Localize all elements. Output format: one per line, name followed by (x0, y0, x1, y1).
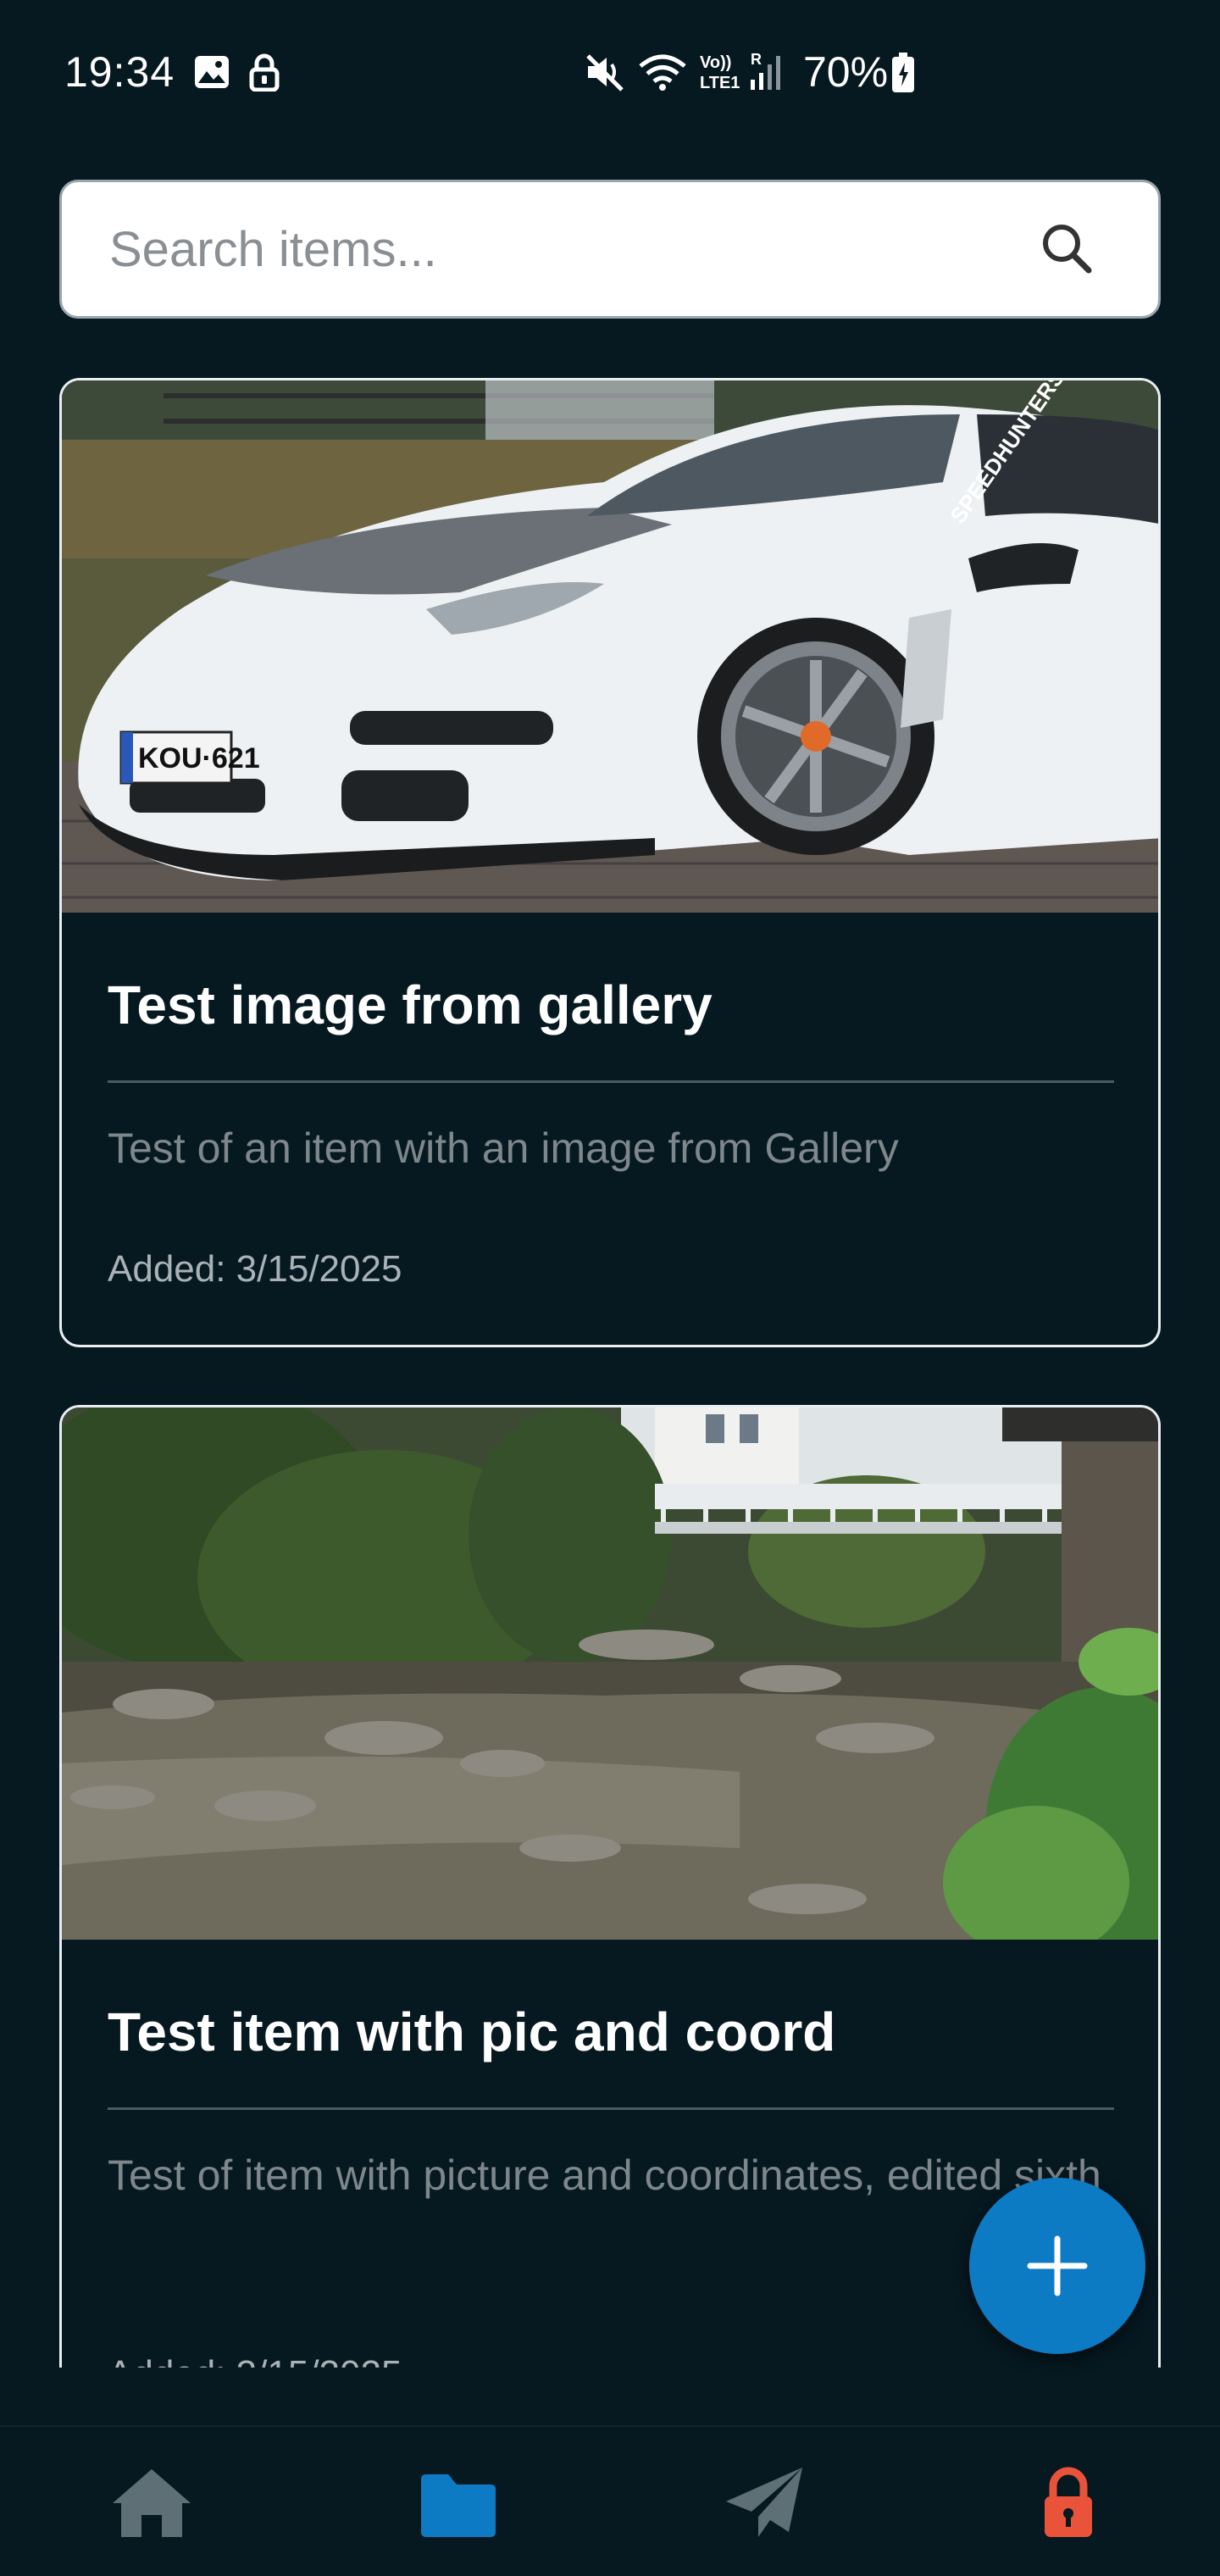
mute-icon (585, 53, 625, 96)
status-bar: 19:34 Vo)) LTE1 R 70% (0, 0, 1220, 144)
volte-icon: Vo)) LTE1 (696, 49, 744, 97)
battery-icon (891, 53, 915, 97)
folder-icon (421, 2474, 496, 2537)
item-date: Added: 3/15/2025 (108, 2353, 402, 2368)
nav-lock[interactable] (1022, 2464, 1115, 2549)
bottom-nav (0, 2425, 1220, 2576)
wifi-icon (637, 53, 688, 96)
lock-icon (249, 53, 280, 96)
nav-home[interactable] (105, 2464, 198, 2549)
svg-text:KOU·621: KOU·621 (138, 742, 260, 774)
search-bar[interactable] (59, 180, 1161, 319)
svg-text:R: R (751, 51, 762, 68)
lock-icon (1045, 2467, 1092, 2537)
search-icon[interactable] (1040, 221, 1094, 275)
item-card[interactable]: KOU·621 SPEEDHUNTERS Test image from gal… (59, 378, 1161, 1347)
gallery-icon (193, 54, 230, 94)
item-image (62, 1407, 1158, 1940)
item-divider (108, 2107, 1114, 2110)
add-item-button[interactable] (969, 2178, 1145, 2354)
nav-send[interactable] (718, 2464, 812, 2549)
search-input[interactable] (108, 182, 1040, 316)
signal-icon: R (747, 49, 788, 96)
item-description: Test of item with picture and coordinate… (108, 2151, 1101, 2199)
home-icon (113, 2469, 191, 2537)
item-image: KOU·621 SPEEDHUNTERS (62, 380, 1158, 913)
paper-plane-icon (726, 2468, 802, 2537)
nav-items[interactable] (412, 2464, 505, 2549)
item-description: Test of an item with an image from Galle… (108, 1124, 899, 1172)
network-label: LTE1 (700, 74, 740, 92)
svg-text:Vo)): Vo)) (700, 53, 731, 72)
item-date: Added: 3/15/2025 (108, 1248, 402, 1290)
status-time: 19:34 (64, 48, 175, 96)
items-list[interactable]: KOU·621 SPEEDHUNTERS Test image from gal… (0, 373, 1220, 2368)
item-divider (108, 1080, 1114, 1083)
item-title: Test item with pic and coord (108, 2001, 836, 2062)
item-title: Test image from gallery (108, 974, 713, 1035)
plus-icon (1027, 2235, 1088, 2296)
battery-percent: 70% (803, 48, 889, 96)
